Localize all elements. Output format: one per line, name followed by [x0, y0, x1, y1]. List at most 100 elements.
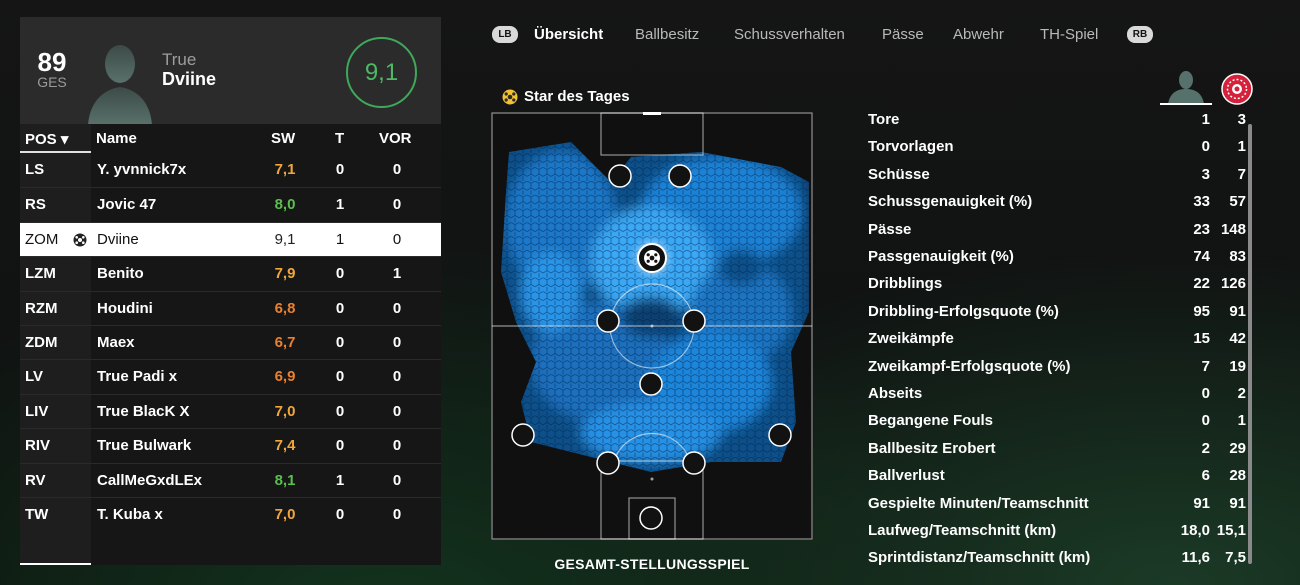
- player-card: 89 GES True Dviine 9,1: [20, 17, 441, 125]
- stat-player-value: 74: [1193, 248, 1210, 265]
- goals-cell: 0: [335, 334, 345, 351]
- stats-scrollbar-thumb[interactable]: [1248, 124, 1252, 564]
- rb-button-icon[interactable]: RB: [1127, 26, 1153, 43]
- goals-cell: 1: [335, 230, 345, 248]
- table-row[interactable]: RV CallMeGxdLEx 8,1 1 0: [20, 462, 441, 497]
- stat-team-value: 148: [1220, 220, 1246, 238]
- player-name-cell: Maex: [97, 334, 135, 351]
- tab-uebersicht[interactable]: Übersicht: [534, 26, 603, 43]
- goals-cell: 0: [335, 161, 345, 178]
- assists-cell: 0: [392, 299, 402, 317]
- tab-schussverhalten[interactable]: Schussverhalten: [734, 26, 845, 43]
- stat-label: Abseits: [868, 385, 923, 402]
- player-marker: [639, 372, 663, 396]
- stat-team-value: 19: [1229, 357, 1246, 375]
- table-row[interactable]: RIV True Bulwark 7,4 0 0: [20, 428, 441, 462]
- player-rating-cell: 7,0: [274, 506, 296, 523]
- stat-row: Ballverlust 6 28: [866, 464, 1246, 491]
- player-name-cell: T. Kuba x: [97, 506, 163, 523]
- player-name-cell: Dviine: [97, 230, 139, 248]
- stat-team-value: 7: [1237, 165, 1246, 183]
- player-marker: [639, 506, 663, 530]
- player-ratings-table: POS ▾ Name SW T VOR LS Y. yvnnick7x 7,1 0 0 R…: [20, 124, 441, 565]
- stat-player-value: 15: [1193, 330, 1210, 348]
- match-rating: 9,1: [346, 37, 417, 108]
- overall-label: GES: [37, 74, 67, 90]
- assists-cell: 0: [392, 196, 402, 214]
- table-row[interactable]: TW T. Kuba x 7,0 0 0: [20, 497, 441, 531]
- table-row[interactable]: LZM Benito 7,9 0 1: [20, 256, 441, 290]
- stat-label: Dribbling-Erfolgsquote (%): [868, 302, 1059, 320]
- player-last-name: Dviine: [162, 69, 217, 89]
- tab-paesse[interactable]: Pässe: [882, 26, 924, 43]
- overall-number: 89: [37, 47, 67, 77]
- stat-row: Zweikämpfe 15 42: [866, 327, 1246, 354]
- player-name-cell: True Bulwark: [97, 437, 192, 455]
- stat-row: Torvorlagen 0 1: [866, 135, 1246, 162]
- player-first-name: True: [162, 50, 197, 69]
- stat-label: Laufweg/Teamschnitt (km): [868, 522, 1057, 539]
- table-row[interactable]: ZDM Maex 6,7 0 0: [20, 325, 441, 359]
- player-name-cell: Benito: [97, 265, 144, 283]
- assists-cell: 0: [392, 368, 402, 386]
- table-header: POS ▾ Name SW T VOR: [20, 124, 441, 153]
- stat-row: Begangene Fouls 0 1: [866, 409, 1246, 436]
- table-row[interactable]: LS Y. yvnnick7x 7,1 0 0: [20, 153, 441, 187]
- stat-team-value: 91: [1229, 494, 1246, 512]
- tab-ballbesitz[interactable]: Ballbesitz: [635, 26, 699, 43]
- assists-cell: 0: [392, 161, 402, 178]
- player-rating-cell: 8,0: [274, 196, 296, 214]
- player-name-cell: Y. yvnnick7x: [97, 161, 187, 178]
- player-rating-cell: 7,9: [274, 265, 296, 283]
- stat-team-value: 42: [1229, 330, 1246, 348]
- player-position: ZDM: [25, 334, 58, 351]
- stat-player-value: 18,0: [1180, 522, 1210, 539]
- stat-player-value: 1: [1201, 111, 1210, 128]
- goals-cell: 0: [335, 506, 345, 523]
- stat-player-value: 33: [1193, 193, 1210, 211]
- table-row[interactable]: RZM Houdini 6,8 0 0: [20, 290, 441, 325]
- table-row[interactable]: ZOM Dviine 9,1 1 0: [20, 221, 441, 256]
- assists-cell: 0: [392, 402, 402, 420]
- positioning-heatmap: [491, 112, 813, 540]
- player-position: LS: [25, 161, 45, 178]
- player-position: RV: [25, 471, 46, 489]
- stat-player-value: 0: [1201, 412, 1210, 430]
- tab-abwehr[interactable]: Abwehr: [953, 26, 1004, 43]
- player-rating-cell: 7,0: [274, 402, 296, 420]
- stat-row: Pässe 23 148: [866, 218, 1246, 245]
- stat-player-value: 23: [1193, 220, 1210, 238]
- player-name-cell: Jovic 47: [97, 196, 157, 214]
- table-row[interactable]: RS Jovic 47 8,0 1 0: [20, 187, 441, 221]
- stat-team-value: 83: [1229, 248, 1246, 265]
- assists-cell: 0: [392, 506, 402, 523]
- player-marker: [511, 423, 535, 447]
- stat-label: Schussgenauigkeit (%): [868, 193, 1033, 211]
- stat-label: Dribblings: [868, 275, 943, 293]
- star-player-marker: [637, 243, 667, 273]
- goals-cell: 1: [335, 196, 345, 214]
- stat-label: Sprintdistanz/Teamschnitt (km): [868, 549, 1091, 567]
- player-marker: [596, 309, 620, 333]
- player-position: ZOM: [25, 230, 59, 248]
- player-name: True Dviine: [162, 50, 217, 90]
- stat-row: Laufweg/Teamschnitt (km) 18,0 15,1: [866, 519, 1246, 546]
- player-name-cell: Houdini: [97, 299, 153, 317]
- stat-player-value: 11,6: [1181, 549, 1210, 567]
- header-pos-sort[interactable]: POS ▾: [25, 130, 68, 148]
- player-marker: [682, 451, 706, 475]
- stat-row: Abseits 0 2: [866, 382, 1246, 409]
- stat-label: Ballbesitz Erobert: [868, 439, 996, 457]
- tab-th-spiel[interactable]: TH-Spiel: [1040, 26, 1098, 43]
- lb-button-icon[interactable]: LB: [492, 26, 518, 43]
- table-row[interactable]: LV True Padi x 6,9 0 0: [20, 359, 441, 393]
- stat-player-value: 91: [1193, 494, 1210, 512]
- stat-row: Ballbesitz Erobert 2 29: [866, 437, 1246, 464]
- goals-cell: 0: [335, 402, 345, 420]
- stat-label: Schüsse: [868, 165, 930, 183]
- stat-label: Gespielte Minuten/Teamschnitt: [868, 494, 1089, 512]
- header-sw: SW: [271, 130, 296, 147]
- assists-cell: 1: [392, 265, 402, 283]
- goals-cell: 0: [335, 437, 345, 455]
- table-row[interactable]: LIV True BlacK X 7,0 0 0: [20, 393, 441, 428]
